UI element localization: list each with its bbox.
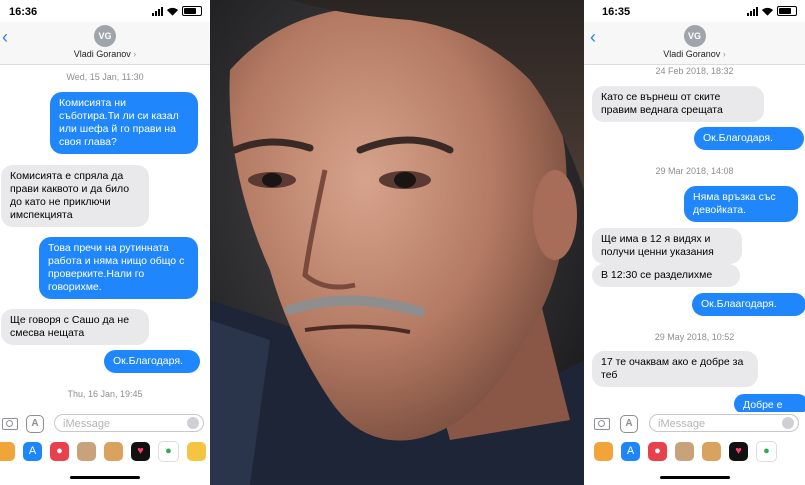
contact-name-label: Vladi Goranov	[73, 49, 131, 59]
timestamp: 29 May 2018, 10:52	[654, 332, 735, 342]
camera-icon[interactable]	[594, 418, 610, 430]
appstore-icon[interactable]: A	[23, 441, 42, 461]
right-chat-screenshot: 16:35 ‹ VG Vladi Goranov › 24 Feb 2018, …	[584, 0, 805, 485]
monkey-icon[interactable]	[104, 441, 123, 461]
maps-icon[interactable]: ●	[756, 440, 777, 462]
search-images-icon[interactable]: ●	[648, 441, 667, 461]
memoji-icon[interactable]	[675, 441, 694, 461]
chat-header: ‹ VG Vladi Goranov ›	[584, 22, 805, 65]
app-drawer: A ● ♥ ●	[0, 440, 210, 462]
imessage-input[interactable]: iMessage	[54, 414, 204, 432]
status-time: 16:36	[9, 6, 38, 18]
portrait-image	[210, 0, 584, 485]
monkey-icon[interactable]	[702, 441, 721, 461]
message-bubble-incoming[interactable]: Комисията е спряла да прави каквото и да…	[1, 165, 149, 227]
message-bubble-incoming[interactable]: 17 те очаквам ако е добре за теб	[592, 351, 758, 387]
status-icons	[747, 6, 797, 16]
message-bubble-outgoing[interactable]: Това пречи на рутинната работа и няма ни…	[39, 237, 198, 299]
audio-icon[interactable]	[187, 417, 199, 429]
message-bubble-incoming[interactable]: Ще има в 12 я видях и получи ценни указа…	[592, 228, 742, 264]
back-chevron-icon[interactable]: ‹	[590, 28, 596, 46]
chevron-right-icon: ›	[133, 49, 137, 59]
imessage-placeholder: iMessage	[658, 418, 706, 430]
battery-icon	[182, 6, 202, 16]
portrait-photo	[210, 0, 584, 485]
contact-name-label: Vladi Goranov	[663, 49, 721, 59]
photos-icon[interactable]	[0, 441, 15, 461]
timestamp: 29 Mar 2018, 14:08	[655, 166, 734, 176]
maps-icon[interactable]: ●	[158, 440, 179, 462]
message-bubble-incoming[interactable]: В 12:30 се разделихме	[592, 264, 740, 287]
camera-icon[interactable]	[2, 418, 18, 430]
message-bubble-outgoing[interactable]: Добре е	[734, 394, 805, 414]
message-bubble-outgoing[interactable]: Ок.Благодаря.	[694, 127, 804, 150]
timestamp: 24 Feb 2018, 18:32	[655, 66, 734, 76]
heart-icon[interactable]: ♥	[729, 441, 748, 461]
status-bar: 16:35	[584, 0, 805, 22]
contact-avatar[interactable]: VG	[683, 25, 706, 47]
chat-header: ‹ VG Vladi Goranov ›	[0, 22, 210, 65]
timestamp: Thu, 16 Jan, 19:45	[67, 389, 143, 399]
signal-icon	[747, 6, 758, 16]
appstore-icon[interactable]: A	[621, 441, 640, 461]
left-chat-screenshot: 16:36 ‹ VG Vladi Goranov › Wed, 15 Jan, …	[0, 0, 210, 485]
appstore-icon[interactable]: A	[620, 415, 638, 433]
status-icons	[152, 6, 202, 16]
appstore-icon[interactable]: A	[26, 415, 44, 433]
contact-name[interactable]: Vladi Goranov ›	[584, 49, 805, 59]
message-bubble-incoming[interactable]: Ще говоря с Сашо да не смесва нещата	[1, 309, 149, 345]
search-images-icon[interactable]: ●	[50, 441, 69, 461]
message-bubble-outgoing[interactable]: Ок.Блаагодаря.	[692, 293, 805, 316]
back-chevron-icon[interactable]: ‹	[2, 28, 8, 46]
contact-avatar[interactable]: VG	[94, 25, 116, 47]
battery-icon	[777, 6, 797, 16]
composer-bar: A iMessage	[0, 412, 210, 438]
audio-icon[interactable]	[782, 417, 794, 429]
wifi-icon	[167, 7, 178, 16]
message-bubble-outgoing[interactable]: Комисията ни съботира.Ти ли си казал или…	[50, 92, 198, 154]
message-bubble-outgoing[interactable]: Ок.Благодаря.	[104, 350, 200, 373]
chevron-right-icon: ›	[722, 49, 726, 59]
home-indicator	[660, 476, 730, 479]
imessage-input[interactable]: iMessage	[649, 414, 799, 432]
extra-icon[interactable]	[187, 441, 206, 461]
imessage-placeholder: iMessage	[63, 418, 111, 430]
message-bubble-incoming[interactable]: Като се върнеш от ските правим веднага с…	[592, 86, 764, 122]
timestamp: Wed, 15 Jan, 11:30	[66, 72, 144, 82]
photos-icon[interactable]	[594, 441, 613, 461]
composer-bar: A iMessage	[584, 412, 805, 438]
app-drawer: A ● ♥ ●	[584, 440, 805, 462]
wifi-icon	[762, 7, 773, 16]
status-bar: 16:36	[0, 0, 210, 22]
message-bubble-outgoing[interactable]: Няма връзка със девойката.	[684, 186, 798, 222]
memoji-icon[interactable]	[77, 441, 96, 461]
home-indicator	[70, 476, 140, 479]
signal-icon	[152, 6, 163, 16]
status-time: 16:35	[602, 6, 631, 18]
contact-name[interactable]: Vladi Goranov ›	[0, 49, 210, 59]
heart-icon[interactable]: ♥	[131, 441, 150, 461]
